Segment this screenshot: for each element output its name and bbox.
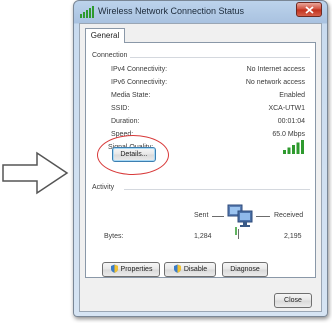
sent-label: Sent [194,212,209,219]
media-state-label: Media State: [111,92,151,99]
disable-label: Disable [183,266,208,273]
close-button[interactable]: Close [274,293,312,308]
wireless-signal-icon [80,6,94,18]
window-title: Wireless Network Connection Status [98,6,245,16]
duration-label: Duration: [111,118,140,125]
status-dialog: Wireless Network Connection Status Gener… [73,0,328,317]
diagnose-button[interactable]: Diagnose [222,262,268,277]
details-button[interactable]: Details... [112,147,156,162]
duration-value: 00:01:04 [277,118,305,125]
network-activity-icon [227,204,253,235]
window-close-button[interactable] [296,2,322,17]
shield-icon [173,264,181,273]
received-connector-line [256,216,270,217]
connection-group-label: Connection [92,52,128,59]
close-icon [305,6,314,14]
ipv4-connectivity-label: IPv4 Connectivity: [111,66,168,73]
signal-strength-icon [283,140,304,154]
right-arrow-icon [2,151,69,195]
ipv6-connectivity-value: No network access [245,79,305,86]
ipv4-connectivity-value: No Internet access [246,66,305,73]
received-label: Received [274,212,304,219]
properties-button[interactable]: Properties [102,262,160,277]
tab-general[interactable]: General [85,28,125,43]
activity-group-label: Activity [92,184,115,191]
shield-icon [110,264,118,273]
ssid-label: SSID: [111,105,130,112]
properties-label: Properties [120,266,153,273]
dialog-client-area: General Connection IPv4 Connectivity: No… [79,23,322,312]
ssid-value: XCA-UTW1 [268,105,305,112]
disable-button[interactable]: Disable [164,262,216,277]
general-tab-panel: Connection IPv4 Connectivity: No Interne… [85,42,316,278]
activity-divider [124,189,310,190]
title-bar[interactable]: Wireless Network Connection Status [74,1,327,23]
bytes-sent-value: 1,284 [194,233,212,240]
bytes-label: Bytes: [104,233,124,240]
screenshot-stage: Wireless Network Connection Status Gener… [0,0,332,323]
speed-value: 65.0 Mbps [272,131,305,138]
sent-connector-line [212,216,224,217]
connection-divider [130,57,310,58]
bytes-divider [238,229,239,239]
bytes-received-value: 2,195 [284,233,302,240]
media-state-value: Enabled [279,92,305,99]
ipv6-connectivity-label: IPv6 Connectivity: [111,79,168,86]
